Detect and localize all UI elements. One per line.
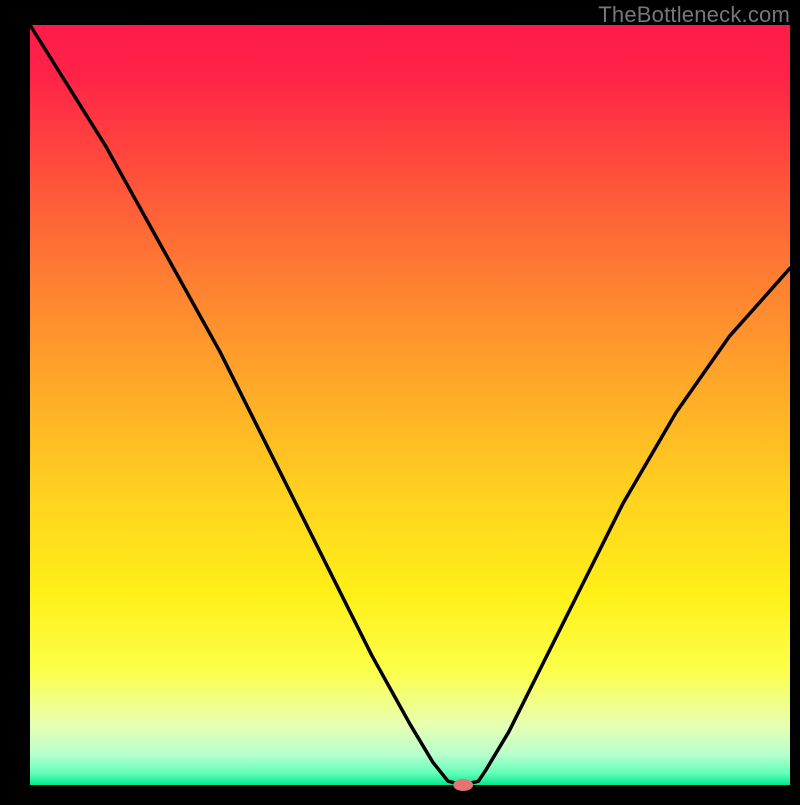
bottleneck-chart: [0, 0, 800, 800]
watermark-label: TheBottleneck.com: [598, 2, 790, 28]
optimal-point-marker: [453, 779, 473, 791]
chart-svg: [0, 0, 800, 800]
plot-background: [30, 25, 790, 785]
